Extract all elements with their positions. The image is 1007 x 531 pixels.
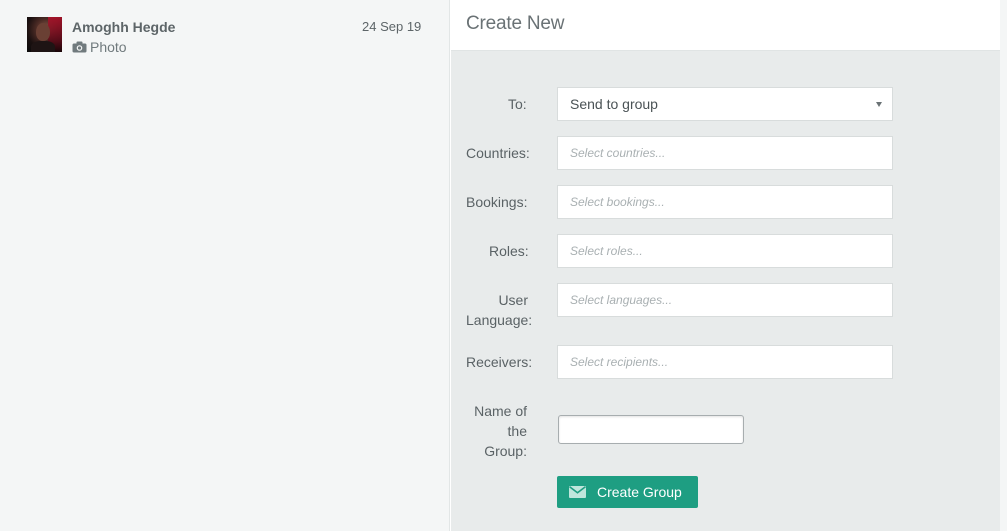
receivers-placeholder: Select recipients... (570, 355, 669, 369)
conversation-list: Amoghh Hegde Photo 24 Sep 19 (0, 0, 450, 531)
right-edge-strip (1000, 0, 1007, 531)
conversation-preview-text: Photo (90, 39, 127, 55)
group-name-label-line2: the (507, 423, 527, 439)
avatar (27, 17, 62, 52)
receivers-label: Receivers: (466, 354, 533, 370)
create-new-panel: Create New To: Send to group Countries: … (451, 0, 1000, 531)
to-select[interactable]: Send to group (557, 87, 893, 121)
receivers-select[interactable]: Select recipients... (557, 345, 893, 379)
camera-icon (72, 41, 87, 53)
conversation-name: Amoghh Hegde (72, 19, 176, 35)
messaging-app: Amoghh Hegde Photo 24 Sep 19 Create New … (0, 0, 1007, 531)
to-label: To: (508, 96, 527, 112)
conversation-preview: Photo (72, 39, 127, 55)
conversation-item[interactable]: Amoghh Hegde Photo 24 Sep 19 (0, 0, 449, 70)
user-language-label-line2: Language: (466, 312, 533, 328)
envelope-icon (569, 486, 586, 498)
user-language-label: User Language: (466, 290, 533, 330)
to-select-value: Send to group (570, 96, 658, 112)
page-title: Create New (466, 13, 565, 34)
user-language-select[interactable]: Select languages... (557, 283, 893, 317)
panel-header: Create New (451, 0, 1000, 51)
countries-placeholder: Select countries... (570, 146, 666, 160)
countries-label: Countries: (466, 145, 530, 161)
create-group-button[interactable]: Create Group (557, 476, 698, 508)
conversation-date: 24 Sep 19 (362, 19, 422, 34)
group-name-label-line1: Name of (474, 403, 527, 419)
roles-placeholder: Select roles... (570, 244, 643, 258)
group-name-label-line3: Group: (484, 443, 527, 459)
countries-select[interactable]: Select countries... (557, 136, 893, 170)
create-group-label: Create Group (597, 484, 682, 500)
bookings-label: Bookings: (466, 194, 528, 210)
roles-select[interactable]: Select roles... (557, 234, 893, 268)
group-name-input[interactable] (558, 415, 744, 444)
roles-label: Roles: (489, 243, 529, 259)
bookings-placeholder: Select bookings... (570, 195, 665, 209)
group-name-label: Name of the Group: (466, 401, 527, 461)
user-language-label-line1: User (498, 292, 528, 308)
user-language-placeholder: Select languages... (570, 293, 673, 307)
chevron-down-icon (876, 102, 882, 107)
bookings-select[interactable]: Select bookings... (557, 185, 893, 219)
